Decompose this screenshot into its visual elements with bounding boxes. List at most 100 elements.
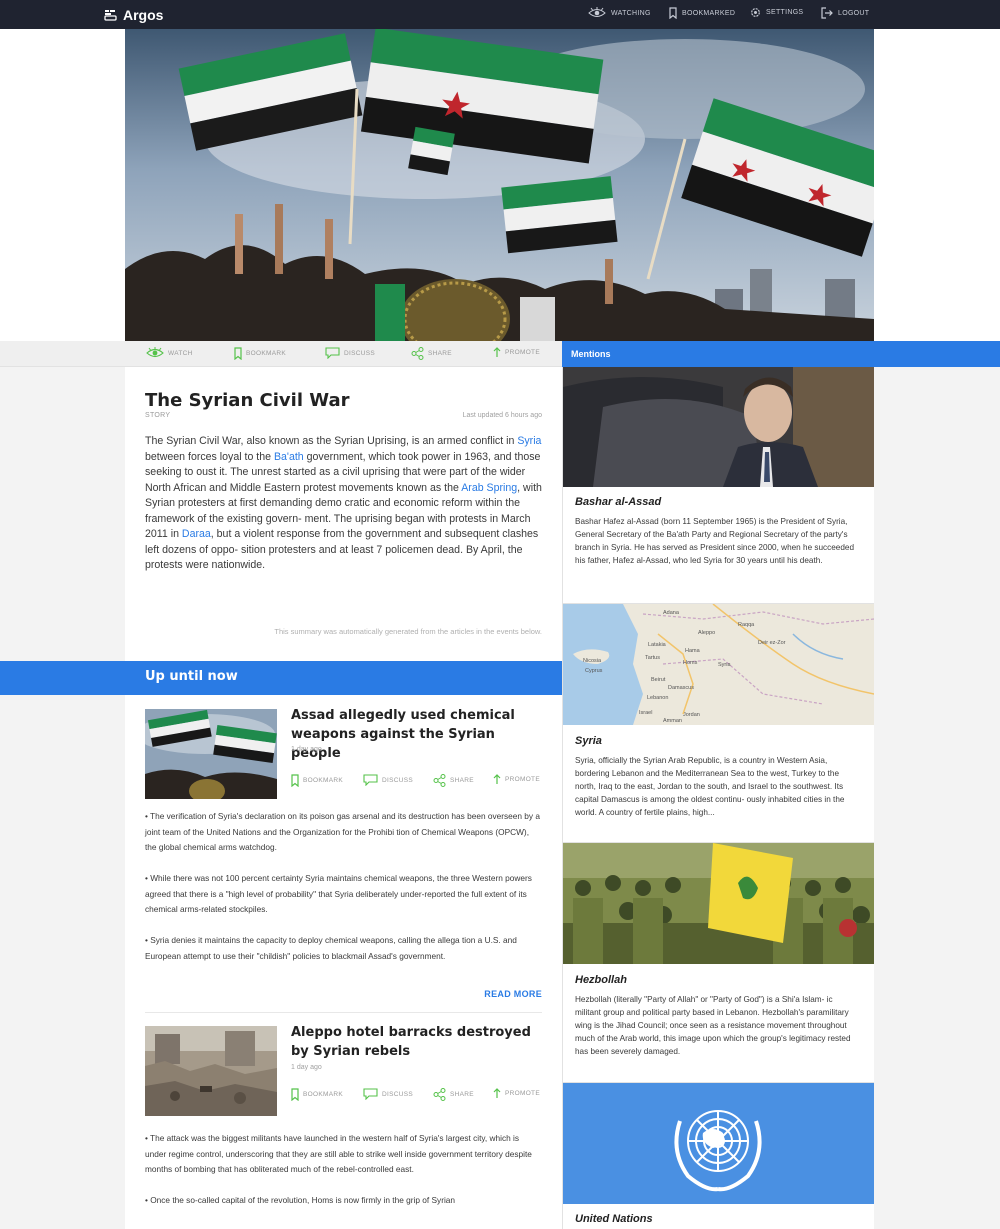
event-discuss-button[interactable]: Discuss — [363, 1088, 413, 1100]
promote-label: Promote — [505, 349, 540, 356]
nav-watching-label: Watching — [611, 9, 651, 17]
map-label: Tartus — [645, 655, 660, 661]
eye-icon — [146, 347, 164, 358]
read-more-link[interactable]: Read More — [430, 989, 542, 999]
bookmark-icon — [234, 347, 242, 360]
link-syria[interactable]: Syria — [517, 435, 541, 447]
event-share-label: Share — [450, 1091, 474, 1098]
map-label: Adana — [663, 610, 680, 616]
nav-bookmarked[interactable]: Bookmarked — [669, 7, 735, 19]
right-margin — [874, 367, 1000, 1229]
mention-description: Syria, officially the Syrian Arab Republ… — [575, 756, 845, 817]
mention-image-syria-map[interactable]: Adana Aleppo Latakia Hama Homs Syria Bei… — [563, 604, 874, 725]
story-action-bar: Watch Bookmark Discuss Share Promote — [0, 341, 562, 367]
map-label: Deir ez-Zor — [758, 640, 786, 646]
mention-name[interactable]: Hezbollah — [575, 974, 627, 986]
mention-image-hezbollah[interactable] — [563, 843, 874, 964]
link-arab-spring[interactable]: Arab Spring — [461, 482, 517, 494]
event-bookmark-label: Bookmark — [303, 777, 343, 784]
event-bullet: • While there was not 100 percent certai… — [145, 873, 532, 914]
top-navigation-bar: Argos Watching Bookmarked Settings Logou… — [0, 0, 1000, 29]
map-label: Syria — [718, 662, 731, 668]
link-daraa[interactable]: Daraa — [182, 528, 211, 540]
map-label: Israel — [639, 710, 652, 716]
mention-image-assad[interactable] — [563, 367, 874, 487]
bookmark-button[interactable]: Bookmark — [234, 347, 286, 360]
watch-label: Watch — [168, 349, 193, 357]
eye-icon — [588, 7, 606, 17]
mention-image-un-emblem[interactable] — [563, 1083, 874, 1204]
nav-logout-label: Logout — [838, 9, 870, 17]
event-promote-button[interactable]: Promote — [493, 1088, 540, 1099]
bookmark-label: Bookmark — [246, 350, 286, 357]
event-share-button[interactable]: Share — [433, 1088, 474, 1101]
event-bullet-list: • The verification of Syria's declaratio… — [145, 809, 540, 980]
watch-button[interactable]: Watch — [146, 347, 193, 359]
bookmark-icon — [669, 7, 677, 19]
story-summary: The Syrian Civil War, also known as the … — [145, 434, 542, 574]
event-title[interactable]: Aleppo hotel barracks destroyed by Syria… — [291, 1023, 546, 1061]
share-label: Share — [428, 350, 452, 357]
app-name: Argos — [123, 6, 164, 23]
gear-icon — [751, 8, 760, 17]
up-until-now-header: Up until now — [0, 661, 562, 695]
nav-settings-label: Settings — [766, 9, 804, 16]
story-hero-image — [125, 29, 874, 341]
speech-bubble-icon — [363, 1088, 378, 1100]
discuss-label: Discuss — [344, 349, 375, 357]
map-label: Lebanon — [647, 695, 668, 701]
mentions-header: Mentions — [562, 341, 1000, 367]
mention-name[interactable]: Bashar al-Assad — [575, 496, 661, 508]
event-thumbnail[interactable] — [145, 709, 277, 799]
event-promote-button[interactable]: Promote — [493, 774, 540, 785]
share-icon — [411, 347, 424, 360]
link-baath[interactable]: Ba'ath — [274, 451, 304, 463]
map-label: Homs — [683, 660, 698, 666]
event-bookmark-button[interactable]: Bookmark — [291, 774, 343, 787]
map-label: Cyprus — [585, 668, 603, 674]
mention-description: Bashar Hafez al-Assad (born 11 September… — [575, 517, 854, 565]
map-label: Hama — [685, 648, 701, 654]
mention-name[interactable]: United Nations — [575, 1213, 653, 1225]
event-age: 1 day ago — [291, 746, 322, 753]
event-thumbnail[interactable] — [145, 1026, 277, 1116]
event-bullet: • Once the so-called capital of the revo… — [145, 1195, 456, 1205]
speech-bubble-icon — [363, 774, 378, 786]
map-label: Damascus — [668, 685, 694, 691]
map-label: Jordan — [683, 712, 700, 718]
event-bullet-list: • The attack was the biggest militants h… — [145, 1131, 540, 1224]
event-title[interactable]: Assad allegedly used chemical weapons ag… — [291, 706, 546, 763]
discuss-button[interactable]: Discuss — [325, 347, 375, 359]
map-label: Aleppo — [698, 630, 715, 636]
event-bookmark-button[interactable]: Bookmark — [291, 1088, 343, 1101]
promote-button[interactable]: Promote — [493, 347, 540, 358]
event-bookmark-label: Bookmark — [303, 1091, 343, 1098]
map-label: Nicosia — [583, 658, 602, 664]
argos-logo-icon — [104, 9, 117, 21]
map-label: Amman — [663, 718, 682, 724]
event-share-label: Share — [450, 777, 474, 784]
share-icon — [433, 774, 446, 787]
map-label: Beirut — [651, 677, 666, 683]
story-type-label: Story — [145, 412, 171, 419]
event-share-button[interactable]: Share — [433, 774, 474, 787]
event-bullet: • Syria denies it maintains the capacity… — [145, 935, 517, 961]
share-button[interactable]: Share — [411, 347, 452, 360]
event-bullet: • The verification of Syria's declaratio… — [145, 811, 540, 852]
mention-name[interactable]: Syria — [575, 735, 602, 747]
event-bullet: • The attack was the biggest militants h… — [145, 1133, 532, 1174]
nav-settings[interactable]: Settings — [750, 7, 803, 18]
nav-logout[interactable]: Logout — [821, 7, 869, 19]
event-divider — [145, 1012, 542, 1013]
story-updated-timestamp: Last updated 6 hours ago — [462, 412, 542, 419]
event-discuss-button[interactable]: Discuss — [363, 774, 413, 786]
bookmark-icon — [291, 774, 299, 787]
event-age: 1 day ago — [291, 1064, 322, 1071]
app-brand[interactable]: Argos — [104, 6, 163, 23]
arrow-up-icon — [493, 774, 501, 784]
nav-watching[interactable]: Watching — [588, 7, 651, 19]
summary-text: between forces loyal to the — [145, 450, 274, 463]
map-label: Raqqa — [738, 622, 755, 628]
summary-text: The Syrian Civil War, also known as the … — [145, 435, 518, 447]
arrow-up-icon — [493, 1088, 501, 1098]
